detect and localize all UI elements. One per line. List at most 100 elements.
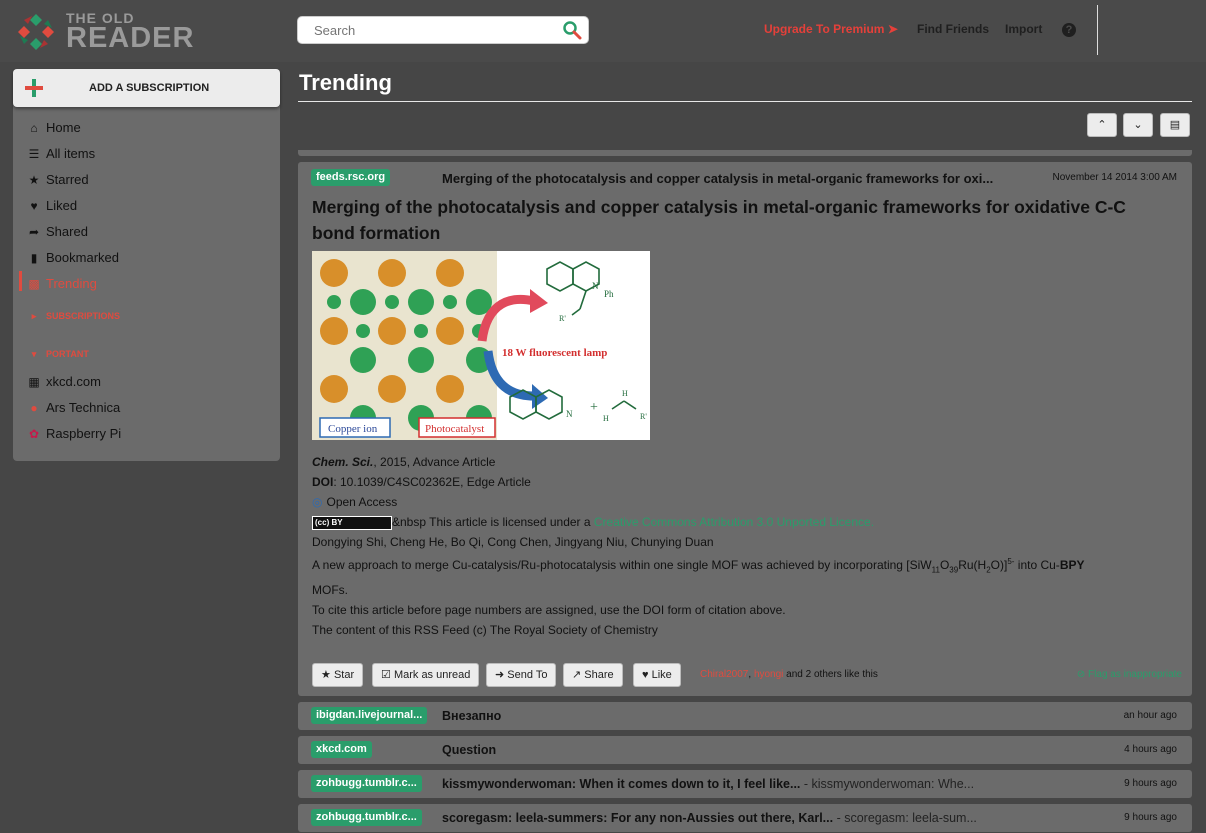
subscriptions-toggle[interactable]: ▸ SUBSCRIPTIONS: [27, 311, 120, 322]
article-date: November 14 2014 3:00 AM: [1052, 172, 1177, 183]
plus-label: +: [590, 400, 598, 415]
top-bar: THE OLD READER Upgrade To Premium ➤ Find…: [0, 0, 1206, 62]
sidebar-item-bookmarked[interactable]: ▮ Bookmarked: [27, 249, 119, 267]
flag-label: Flag as inappropriate: [1088, 669, 1182, 680]
feed-item-label: Ars Technica: [46, 400, 121, 415]
search-icon[interactable]: [562, 20, 582, 40]
license-line: (cc) BY &nbsp This article is licensed un…: [312, 512, 1182, 532]
item-date: an hour ago: [1123, 710, 1177, 721]
source-badge[interactable]: zohbugg.tumblr.c...: [311, 775, 422, 792]
view-mode-button[interactable]: ▤: [1160, 113, 1190, 137]
next-item-button[interactable]: ⌄: [1123, 113, 1153, 137]
sidebar-item-label: Starred: [46, 172, 89, 187]
add-subscription-button[interactable]: ADD A SUBSCRIPTION: [13, 69, 280, 107]
logo-text-main: READER: [66, 22, 195, 54]
send-to-button[interactable]: ➜ Send To: [486, 663, 557, 687]
license-link[interactable]: Creative Commons Attribution 3.0 Unporte…: [594, 515, 874, 529]
previous-item-button[interactable]: ⌃: [1087, 113, 1117, 137]
cc-by-icon: (cc) BY: [312, 515, 392, 530]
item-title: Question: [442, 743, 1062, 757]
sidebar-item-shared[interactable]: ➦ Shared: [27, 223, 88, 241]
find-friends-link[interactable]: Find Friends: [917, 22, 989, 36]
star-button[interactable]: ★ Star: [312, 663, 364, 687]
license-prefix: &nbsp This article is licensed under a: [392, 515, 594, 529]
caret-down-icon: ▾: [31, 349, 37, 359]
folder-portant-label: PORTANT: [46, 349, 89, 359]
article-header-title[interactable]: Merging of the photocatalysis and copper…: [442, 171, 1012, 186]
star-label: Star: [333, 669, 355, 681]
feed-item-label: xkcd.com: [46, 374, 101, 389]
heart-icon: ♥: [30, 199, 38, 213]
feed-item-ars-technica[interactable]: ● Ars Technica: [27, 399, 120, 417]
flag-inappropriate-link[interactable]: ⊘ Flag as inappropriate: [1077, 669, 1182, 680]
list-item[interactable]: ibigdan.livejournal... Внезапно an hour …: [298, 702, 1192, 730]
item-date: 4 hours ago: [1124, 744, 1177, 755]
feed-item-raspberry-pi[interactable]: ✿ Raspberry Pi: [27, 425, 121, 443]
import-link[interactable]: Import: [1005, 22, 1042, 36]
mof-graphic: 18 W fluorescent lamp N Ph R' N + H H R'…: [312, 251, 647, 440]
item-date: 9 hours ago: [1124, 778, 1177, 789]
search-input[interactable]: [312, 22, 556, 39]
app-logo[interactable]: THE OLD READER: [16, 10, 216, 54]
item-snippet: - kissmywonderwoman: Whe...: [800, 777, 975, 791]
mark-unread-label: Mark as unread: [393, 669, 471, 681]
article-body: Chem. Sci., 2015, Advance Article DOI: 1…: [312, 452, 1182, 640]
chevron-down-icon: ⌄: [1133, 119, 1143, 131]
source-badge[interactable]: feeds.rsc.org: [311, 169, 391, 186]
h-label: H: [603, 414, 609, 423]
share-button[interactable]: ↗ Share: [563, 663, 623, 687]
feed-item-xkcd[interactable]: ▦ xkcd.com: [27, 373, 101, 391]
list-item[interactable]: zohbugg.tumblr.c... scoregasm: leela-sum…: [298, 804, 1192, 832]
mark-unread-button[interactable]: ☑ Mark as unread: [372, 663, 480, 687]
n-label: N: [592, 281, 599, 291]
feed-item-label: Raspberry Pi: [46, 426, 122, 441]
star-icon: ★: [28, 173, 40, 187]
likers-text: Chiral2007, hyongi and 2 others like thi…: [700, 669, 878, 680]
source-badge[interactable]: xkcd.com: [311, 741, 372, 758]
share-label: Share: [584, 669, 614, 681]
title-divider: [298, 101, 1192, 102]
sidebar-item-home[interactable]: ⌂ Home: [27, 119, 80, 137]
open-access-label: Open Access: [326, 495, 398, 509]
ars-technica-favicon-icon: ●: [30, 401, 38, 415]
help-icon[interactable]: ?: [1062, 23, 1076, 37]
source-badge[interactable]: zohbugg.tumblr.c...: [311, 809, 422, 826]
abstract-sub: 11: [931, 565, 940, 575]
upgrade-premium-link[interactable]: Upgrade To Premium ➤: [764, 22, 898, 36]
like-button[interactable]: ♥ Like: [633, 663, 681, 687]
subscriptions-label: SUBSCRIPTIONS: [46, 311, 121, 321]
n-label-2: N: [566, 409, 573, 419]
active-indicator: [19, 271, 22, 291]
liker-link[interactable]: hyongi: [754, 669, 783, 680]
sidebar-item-trending[interactable]: ▩ Trending: [27, 275, 97, 293]
raspberry-favicon-icon: ✿: [28, 427, 40, 441]
liker-link[interactable]: Chiral2007: [700, 669, 748, 680]
item-title-text: Внезапно: [442, 709, 502, 723]
sidebar-item-starred[interactable]: ★ Starred: [27, 171, 89, 189]
sidebar-item-liked[interactable]: ♥ Liked: [27, 197, 77, 215]
star-icon: ★: [321, 669, 331, 681]
ban-icon: ⊘: [1076, 669, 1086, 680]
sidebar-item-all-items[interactable]: ☰ All items: [27, 145, 96, 163]
search-box: [297, 16, 589, 44]
journal-rest: , 2015, Advance Article: [373, 455, 496, 469]
list-item[interactable]: zohbugg.tumblr.c... kissmywonderwoman: W…: [298, 770, 1192, 798]
folder-portant-toggle[interactable]: ▾ PORTANT: [27, 349, 89, 360]
rocket-icon: ➤: [887, 22, 898, 36]
share-icon: ➦: [28, 225, 40, 239]
caret-right-icon: ▸: [31, 311, 37, 321]
abstract-text: into Cu-: [1014, 558, 1060, 572]
cc-badge-text: (cc) BY: [315, 517, 343, 527]
check-square-icon: ☑: [381, 669, 391, 681]
likers-rest: and 2 others like this: [783, 669, 878, 680]
article-title[interactable]: Merging of the photocatalysis and copper…: [312, 194, 1172, 246]
item-snippet: - scoregasm: leela-sum...: [833, 811, 977, 825]
doi-label: DOI: [312, 475, 334, 489]
previous-item-stub[interactable]: [298, 150, 1192, 156]
authors: Dongying Shi, Cheng He, Bo Qi, Cong Chen…: [312, 535, 714, 549]
list-item[interactable]: xkcd.com Question 4 hours ago: [298, 736, 1192, 764]
send-to-label: Send To: [507, 669, 548, 681]
abstract-text: A new approach to merge Cu-catalysis/Ru-…: [312, 558, 932, 572]
journal-name: Chem. Sci.: [312, 455, 374, 469]
source-badge[interactable]: ibigdan.livejournal...: [311, 707, 428, 724]
